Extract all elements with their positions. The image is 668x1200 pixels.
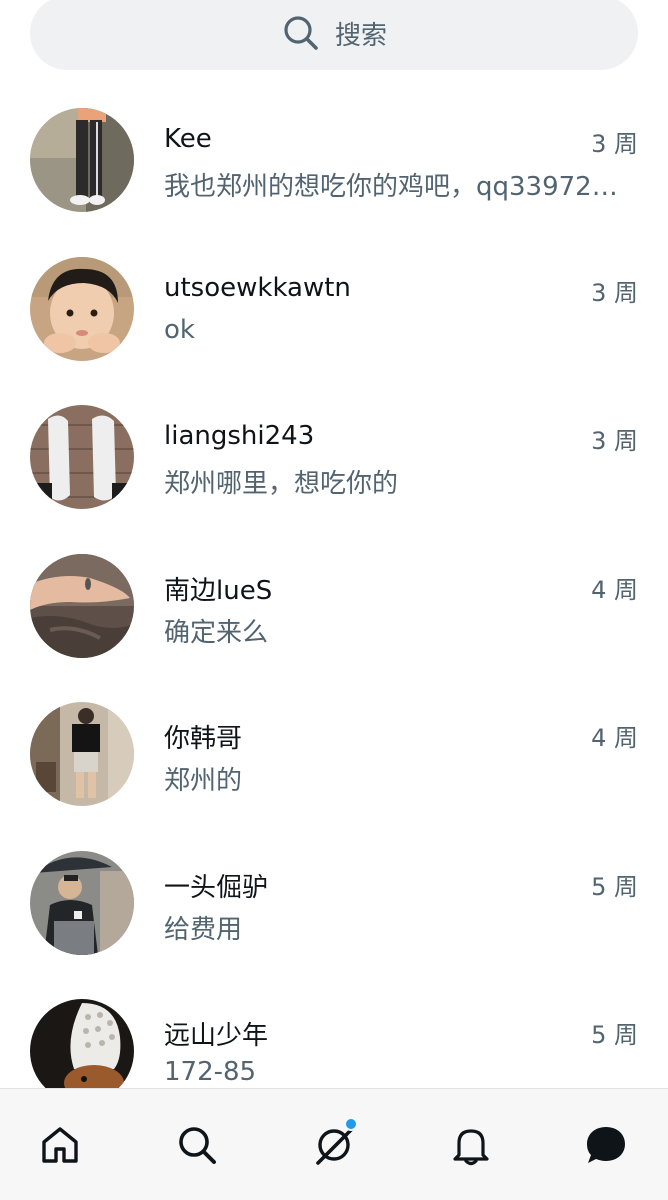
conversation-row[interactable]: utsoewkkawtn 3 周 ok bbox=[0, 235, 668, 384]
conversation-name: 你韩哥 bbox=[164, 724, 243, 754]
avatar[interactable] bbox=[30, 256, 134, 361]
avatar[interactable] bbox=[30, 108, 134, 212]
tab-explore[interactable] bbox=[157, 1089, 237, 1200]
conversation-time: 5 周 bbox=[591, 872, 638, 901]
conversation-preview: 我也郑州的想吃你的鸡吧，qq33972… bbox=[164, 172, 618, 202]
tab-notifications[interactable] bbox=[431, 1089, 511, 1200]
conversation-preview: 给费用 bbox=[164, 914, 243, 945]
search-placeholder: 搜索 bbox=[334, 20, 387, 51]
conversation-name: Kee bbox=[164, 124, 212, 154]
home-icon bbox=[42, 1127, 78, 1163]
avatar[interactable] bbox=[30, 702, 134, 806]
conversation-time: 3 周 bbox=[591, 278, 638, 307]
notifications-icon bbox=[453, 1129, 489, 1166]
conversation-row[interactable]: 南边lueS 4 周 确定来么 bbox=[0, 532, 668, 681]
avatar-mirror-selfie-photo bbox=[30, 702, 134, 806]
conversation-time: 3 周 bbox=[591, 427, 638, 455]
tab-home[interactable] bbox=[20, 1089, 100, 1200]
conversation-name: utsoewkkawtn bbox=[164, 272, 351, 303]
conversation-time: 4 周 bbox=[591, 575, 638, 604]
avatar[interactable] bbox=[30, 553, 134, 658]
conversation-name: 远山少年 bbox=[164, 1021, 269, 1051]
conversation-time: 4 周 bbox=[591, 724, 638, 752]
avatar-child-photo bbox=[30, 256, 134, 361]
conversation-name: 一头倔驴 bbox=[164, 872, 269, 903]
tab-messages[interactable] bbox=[566, 1089, 646, 1200]
conversation-preview: 确定来么 bbox=[164, 617, 269, 648]
avatar-legs-photo bbox=[30, 108, 134, 212]
conversation-row[interactable]: 一头倔驴 5 周 给费用 bbox=[0, 829, 668, 978]
messages-icon bbox=[587, 1127, 625, 1163]
search-bar[interactable]: 搜索 bbox=[30, 0, 638, 70]
search-icon bbox=[284, 16, 318, 50]
avatar[interactable] bbox=[30, 405, 134, 509]
avatar-umbrella-photo bbox=[30, 850, 134, 955]
avatar-sneakers-photo bbox=[30, 405, 134, 509]
conversation-name: liangshi243 bbox=[164, 421, 315, 451]
conversation-list: Kee 3 周 我也郑州的想吃你的鸡吧，qq33972… utsoewkkawt… bbox=[0, 86, 668, 1126]
conversation-preview: 172-85 bbox=[164, 1057, 257, 1087]
conversation-name: 南边lueS bbox=[164, 575, 273, 606]
conversation-preview: 郑州的 bbox=[164, 766, 243, 796]
conversation-row[interactable]: liangshi243 3 周 郑州哪里，想吃你的 bbox=[0, 383, 668, 532]
avatar[interactable] bbox=[30, 850, 134, 955]
conversation-time: 3 周 bbox=[591, 130, 638, 158]
conversation-row[interactable]: Kee 3 周 我也郑州的想吃你的鸡吧，qq33972… bbox=[0, 86, 668, 235]
messages-screen: 搜索 Kee 3 周 我也郑州的想吃你的鸡吧，qq33972… utsoewkk… bbox=[0, 0, 668, 1200]
conversation-time: 5 周 bbox=[591, 1021, 638, 1049]
notification-badge bbox=[344, 1117, 358, 1131]
tab-grok[interactable] bbox=[294, 1089, 374, 1200]
search-icon bbox=[179, 1127, 216, 1164]
conversation-row[interactable]: 你韩哥 4 周 郑州的 bbox=[0, 680, 668, 829]
conversation-preview: 郑州哪里，想吃你的 bbox=[164, 469, 399, 499]
bottom-tab-bar bbox=[0, 1088, 668, 1200]
avatar-hand-photo bbox=[30, 553, 134, 658]
conversation-preview: ok bbox=[164, 314, 195, 345]
